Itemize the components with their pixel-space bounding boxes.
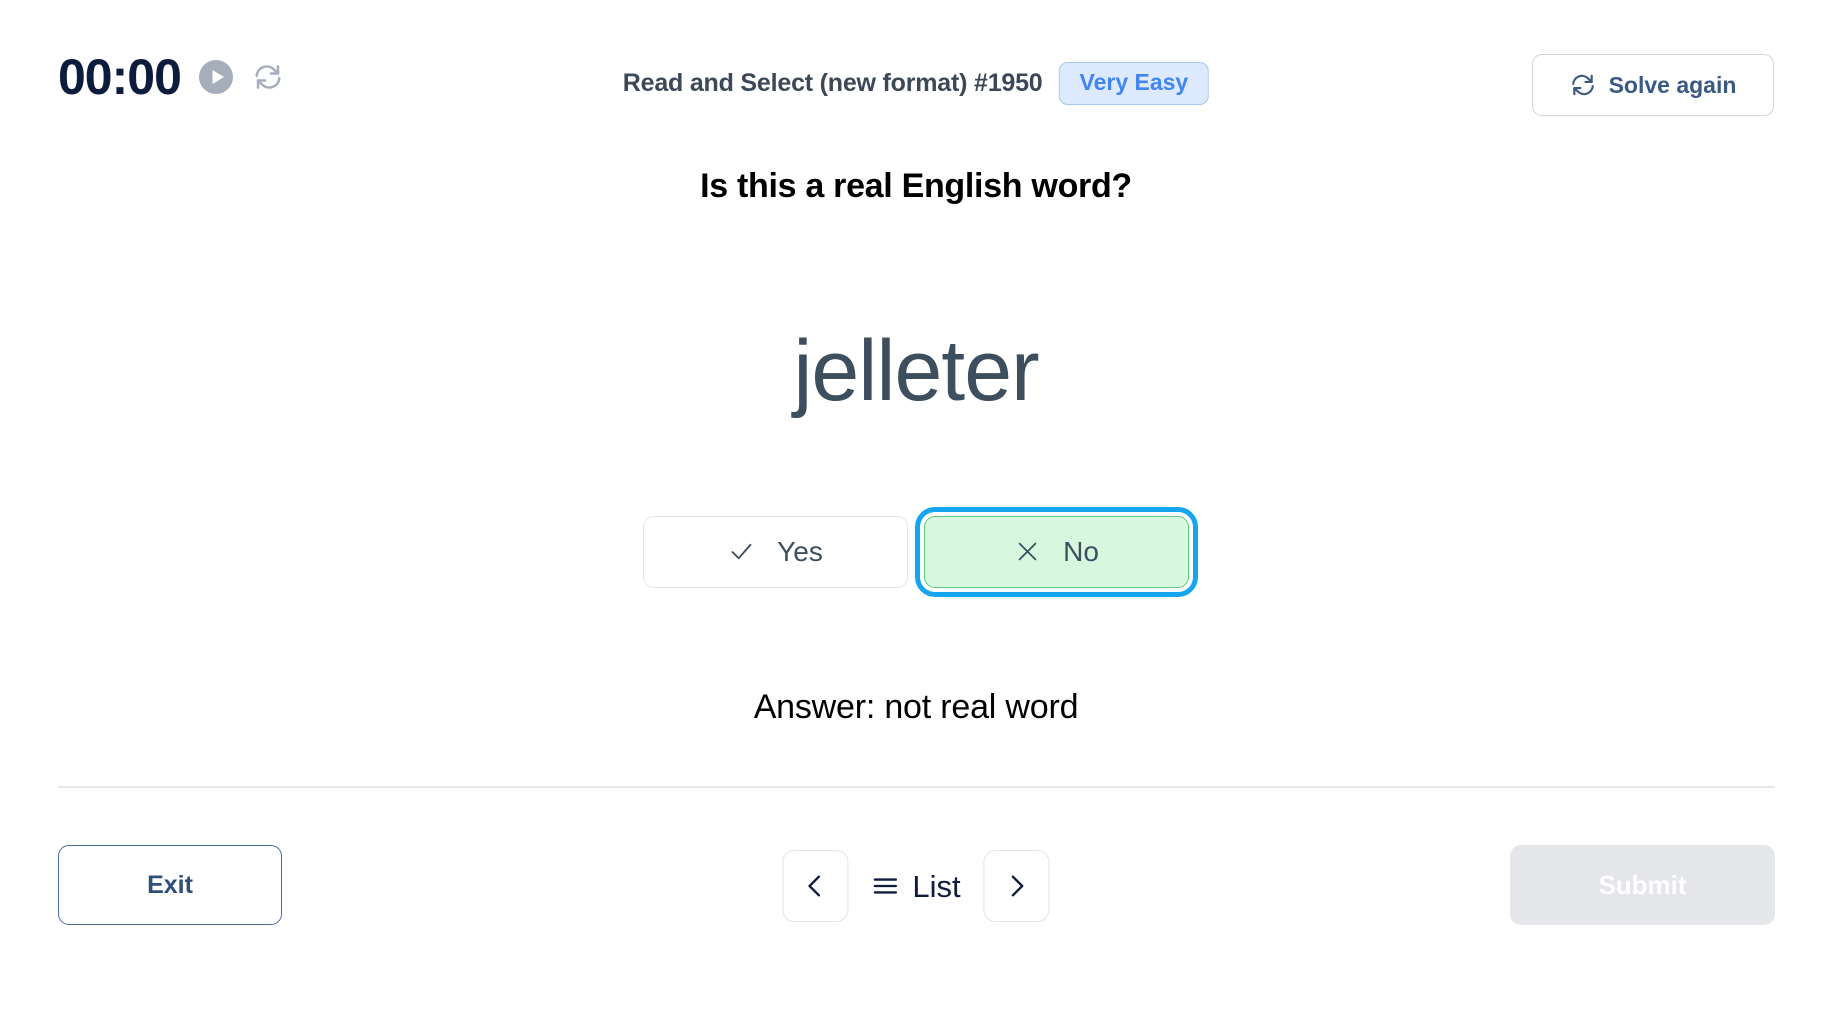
choice-label-yes: Yes [777,535,823,567]
choices-row: Yes No [0,506,1832,597]
main-content: Is this a real English word? jelleter Ye… [0,150,1832,727]
title-group: Read and Select (new format) #1950 Very … [622,62,1210,105]
choice-button-no[interactable]: No [915,506,1198,597]
exercise-title: Read and Select (new format) #1950 [622,69,1043,97]
play-button[interactable] [198,60,233,94]
exit-button[interactable]: Exit [58,845,282,925]
timer-value: 00:00 [58,49,182,105]
exercise-page: 00:00 Read and Select (new format) #1950… [0,0,1832,1014]
prev-question-button[interactable] [782,850,849,922]
question-heading: Is this a real English word? [700,167,1132,205]
choice-label-no: No [1063,535,1099,567]
word-display: jelleter [793,323,1039,419]
footer-divider [58,786,1775,788]
next-question-button[interactable] [983,850,1050,922]
check-icon [728,538,755,565]
refresh-icon [1570,72,1596,98]
choice-button-yes[interactable]: Yes [643,515,908,588]
answer-text: Answer: not real word [753,687,1079,726]
solve-again-button[interactable]: Solve again [1532,54,1774,116]
difficulty-badge: Very Easy [1058,62,1210,105]
reset-timer-button[interactable] [251,60,285,94]
play-icon [199,60,233,94]
reset-icon [253,62,283,92]
submit-button[interactable]: Submit [1510,845,1775,925]
cross-icon [1014,538,1041,565]
list-label: List [912,868,961,904]
solve-again-label: Solve again [1608,71,1737,98]
footer-bar: Exit List Submit [0,836,1832,936]
timer-group: 00:00 [58,52,285,102]
list-button[interactable]: List [867,871,964,902]
top-bar: 00:00 Read and Select (new format) #1950… [0,0,1832,150]
hamburger-icon [871,872,899,900]
chevron-left-icon [801,872,829,900]
chevron-right-icon [1003,872,1031,900]
navigation-group: List [782,850,1050,922]
